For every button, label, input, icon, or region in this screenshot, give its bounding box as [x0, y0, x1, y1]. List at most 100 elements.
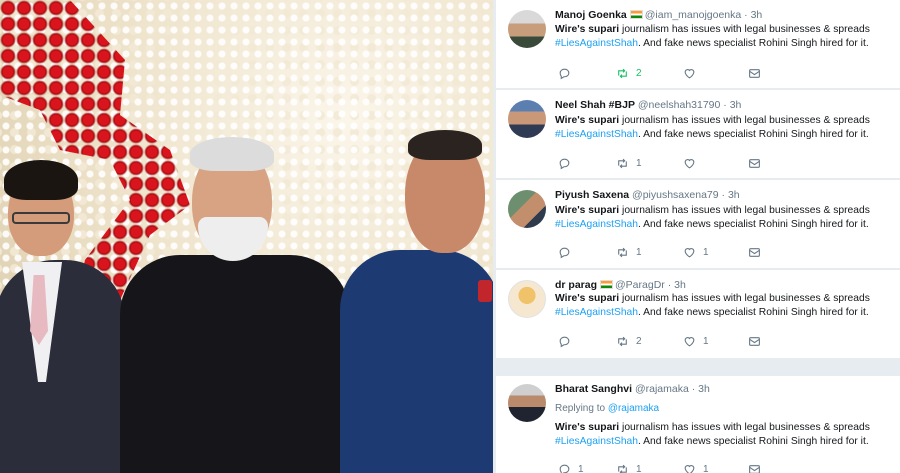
tweet-time[interactable]: · 3h	[744, 9, 762, 21]
tweet[interactable]: Bharat Sanghvi @rajamaka · 3h Replying t…	[496, 376, 900, 473]
tweet-time[interactable]: · 3h	[668, 279, 686, 291]
like-icon	[684, 337, 695, 347]
retweet-icon	[618, 68, 627, 79]
retweet-count: 2	[636, 336, 642, 347]
tweet-text-part: journalism has issues with legal busines…	[619, 293, 870, 304]
tweet-text-part: journalism has issues with legal busines…	[619, 205, 870, 216]
tweet[interactable]: Piyush Saxena @piyushsaxena79 · 3h Wire'…	[496, 180, 900, 268]
like-count: 1	[703, 247, 709, 258]
retweet-button[interactable]: 1	[616, 157, 642, 170]
tweet-actions: 1 1	[558, 246, 768, 260]
user-handle[interactable]: @rajamaka	[635, 383, 689, 395]
person-right	[340, 130, 493, 473]
user-name[interactable]: dr parag	[555, 279, 597, 291]
replying-to-label: Replying to	[555, 403, 608, 414]
avatar[interactable]	[508, 100, 546, 138]
tweet-time[interactable]: · 3h	[692, 383, 710, 395]
hashtag-link[interactable]: #LiesAgainstShah	[555, 307, 638, 318]
replying-to: Replying to @rajamaka	[555, 403, 659, 414]
hashtag-link[interactable]: #LiesAgainstShah	[555, 219, 638, 230]
tweet-text-part: journalism has issues with legal busines…	[619, 422, 870, 433]
user-name[interactable]: Bharat Sanghvi	[555, 383, 632, 395]
hashtag-link[interactable]: #LiesAgainstShah	[555, 38, 638, 49]
hashtag-link[interactable]: #LiesAgainstShah	[555, 436, 638, 447]
tweet-text: Wire's supari journalism has issues with…	[555, 421, 895, 449]
tweet-bold-text: Wire's supari	[555, 24, 620, 35]
retweet-count: 1	[636, 464, 642, 473]
retweet-icon	[618, 247, 627, 258]
tweet-text: Wire's supari journalism has issues with…	[555, 204, 895, 232]
retweet-icon	[618, 158, 627, 169]
reply-button[interactable]	[558, 246, 578, 259]
tweet-text-part: . And fake news specialist Rohini Singh …	[638, 38, 869, 49]
tweet[interactable]: Manoj Goenka @iam_manojgoenka · 3h Wire's…	[496, 0, 900, 88]
tweet-bold-text: Wire's supari	[555, 422, 620, 433]
avatar[interactable]	[508, 190, 546, 228]
tweet-bold-text: Wire's supari	[555, 205, 620, 216]
tweet-text-part: journalism has issues with legal busines…	[619, 115, 870, 126]
direct-message-button[interactable]	[748, 157, 761, 170]
tweet-time[interactable]: · 3h	[723, 99, 741, 111]
like-button[interactable]	[683, 157, 703, 170]
tweet-actions: 1 1 1	[558, 463, 768, 473]
like-button[interactable]: 1	[683, 246, 709, 259]
direct-message-icon	[749, 159, 760, 168]
tweet-time[interactable]: · 3h	[722, 189, 740, 201]
direct-message-button[interactable]	[748, 463, 761, 473]
like-count: 1	[703, 464, 709, 473]
reply-button[interactable]	[558, 335, 578, 348]
direct-message-icon	[749, 248, 760, 257]
tweet-bold-text: Wire's supari	[555, 293, 620, 304]
direct-message-button[interactable]	[748, 67, 761, 80]
retweet-count: 1	[636, 158, 642, 169]
user-handle[interactable]: @iam_manojgoenka	[645, 9, 741, 21]
like-button[interactable]: 1	[683, 463, 709, 473]
user-handle[interactable]: @piyushsaxena79	[632, 189, 719, 201]
user-name[interactable]: Neel Shah #BJP	[555, 99, 635, 111]
reply-icon	[559, 247, 570, 259]
tweet-text: Wire's supari journalism has issues with…	[555, 23, 895, 51]
user-name[interactable]: Piyush Saxena	[555, 189, 629, 201]
user-handle[interactable]: @neelshah31790	[638, 99, 720, 111]
tweet-actions: 1	[558, 157, 768, 171]
tweet[interactable]: dr parag @ParagDr · 3h Wire's supari jour…	[496, 270, 900, 358]
twitter-feed[interactable]: Manoj Goenka @iam_manojgoenka · 3h Wire's…	[496, 0, 900, 473]
like-button[interactable]	[683, 67, 703, 80]
tweet-header: dr parag @ParagDr · 3h	[555, 279, 686, 291]
retweet-count: 2	[636, 68, 642, 79]
reply-button[interactable]	[558, 157, 578, 170]
avatar[interactable]	[508, 384, 546, 422]
tweet-bold-text: Wire's supari	[555, 115, 620, 126]
direct-message-button[interactable]	[748, 246, 761, 259]
direct-message-button[interactable]	[748, 335, 761, 348]
avatar[interactable]	[508, 280, 546, 318]
retweet-icon	[618, 464, 627, 473]
user-name[interactable]: Manoj Goenka	[555, 9, 627, 21]
like-icon	[684, 69, 695, 79]
tweet-text: Wire's supari journalism has issues with…	[555, 292, 895, 320]
tweet-header: Neel Shah #BJP @neelshah31790 · 3h	[555, 99, 741, 111]
reply-icon	[559, 158, 570, 170]
reply-button[interactable]: 1	[558, 463, 584, 473]
like-icon	[684, 248, 695, 258]
like-button[interactable]: 1	[683, 335, 709, 348]
retweet-button[interactable]: 1	[616, 463, 642, 473]
tweet-text-part: . And fake news specialist Rohini Singh …	[638, 307, 869, 318]
reply-button[interactable]	[558, 67, 578, 80]
like-icon	[684, 159, 695, 169]
hashtag-link[interactable]: #LiesAgainstShah	[555, 129, 638, 140]
tweet[interactable]: Neel Shah #BJP @neelshah31790 · 3h Wire'…	[496, 90, 900, 178]
reply-to-handle[interactable]: @rajamaka	[608, 403, 659, 414]
tweet-header: Bharat Sanghvi @rajamaka · 3h	[555, 383, 710, 395]
india-flag-icon	[600, 280, 614, 289]
person-left	[0, 150, 130, 473]
avatar[interactable]	[508, 10, 546, 48]
like-count: 1	[703, 336, 709, 347]
retweet-button[interactable]: 2	[616, 335, 642, 348]
direct-message-icon	[749, 69, 760, 78]
reply-icon	[559, 336, 570, 348]
retweet-count: 1	[636, 247, 642, 258]
retweet-button[interactable]: 2	[616, 67, 642, 80]
user-handle[interactable]: @ParagDr	[615, 279, 665, 291]
retweet-button[interactable]: 1	[616, 246, 642, 259]
